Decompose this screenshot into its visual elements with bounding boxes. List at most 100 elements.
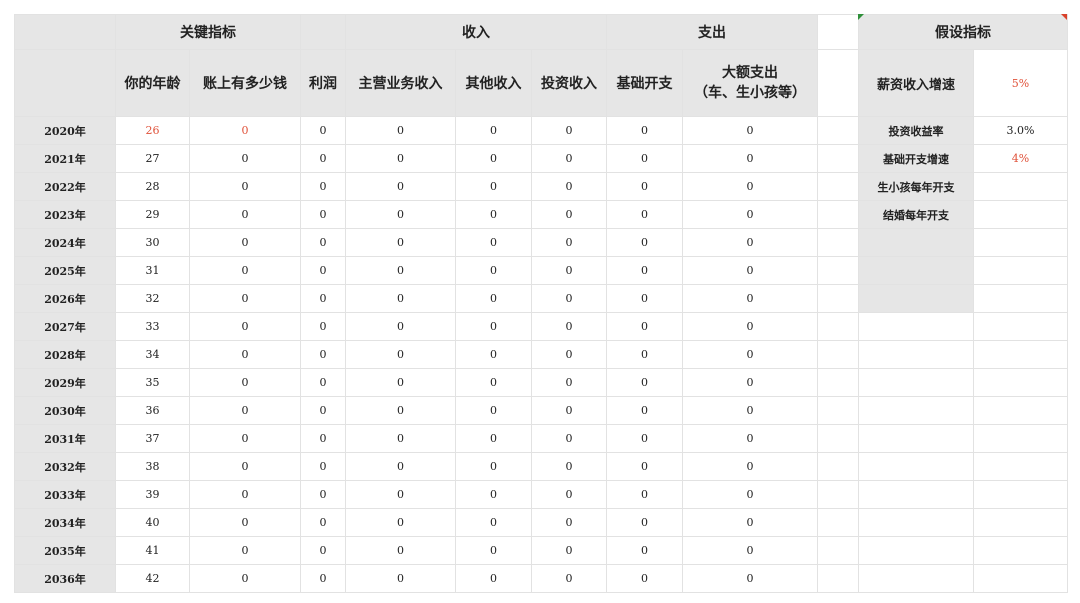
main-income-cell[interactable]: 0 — [345, 284, 456, 313]
other-income-cell[interactable]: 0 — [455, 424, 532, 453]
year-cell[interactable]: 2033年 — [14, 480, 116, 509]
assumptions-header[interactable]: 假设指标 — [858, 14, 1068, 50]
basic-expense-cell[interactable]: 0 — [606, 116, 683, 145]
assumption-value[interactable] — [973, 564, 1068, 593]
age-cell[interactable]: 33 — [115, 312, 190, 341]
age-cell[interactable]: 35 — [115, 368, 190, 397]
age-cell[interactable]: 27 — [115, 144, 190, 173]
main-income-cell[interactable]: 0 — [345, 116, 456, 145]
balance-cell[interactable]: 0 — [189, 396, 301, 425]
spacer-cell[interactable] — [817, 480, 859, 509]
basic-expense-cell[interactable]: 0 — [606, 396, 683, 425]
main-income-cell[interactable]: 0 — [345, 452, 456, 481]
main-income-cell[interactable]: 0 — [345, 312, 456, 341]
year-cell[interactable]: 2036年 — [14, 564, 116, 593]
other-income-cell[interactable]: 0 — [455, 452, 532, 481]
main-income-cell[interactable]: 0 — [345, 536, 456, 565]
large-expense-cell[interactable]: 0 — [682, 200, 818, 229]
other-income-cell[interactable]: 0 — [455, 172, 532, 201]
basic-expense-cell[interactable]: 0 — [606, 424, 683, 453]
assumption-label[interactable] — [858, 256, 974, 285]
spacer-cell[interactable] — [817, 536, 859, 565]
year-cell[interactable]: 2022年 — [14, 172, 116, 201]
group-header-blank[interactable] — [300, 14, 346, 50]
column-header-other-income[interactable]: 其他收入 — [455, 49, 532, 117]
basic-expense-cell[interactable]: 0 — [606, 312, 683, 341]
profit-cell[interactable]: 0 — [300, 144, 346, 173]
large-expense-cell[interactable]: 0 — [682, 564, 818, 593]
balance-cell[interactable]: 0 — [189, 284, 301, 313]
investment-income-cell[interactable]: 0 — [531, 340, 607, 369]
large-expense-cell[interactable]: 0 — [682, 424, 818, 453]
other-income-cell[interactable]: 0 — [455, 368, 532, 397]
year-cell[interactable]: 2027年 — [14, 312, 116, 341]
spacer-cell[interactable] — [817, 228, 859, 257]
spacer-cell[interactable] — [817, 508, 859, 537]
basic-expense-cell[interactable]: 0 — [606, 508, 683, 537]
basic-expense-cell[interactable]: 0 — [606, 564, 683, 593]
profit-cell[interactable]: 0 — [300, 172, 346, 201]
assumption-label[interactable] — [858, 452, 974, 481]
large-expense-cell[interactable]: 0 — [682, 396, 818, 425]
investment-income-cell[interactable]: 0 — [531, 424, 607, 453]
year-cell[interactable]: 2035年 — [14, 536, 116, 565]
balance-cell[interactable]: 0 — [189, 312, 301, 341]
age-cell[interactable]: 31 — [115, 256, 190, 285]
balance-cell[interactable]: 0 — [189, 508, 301, 537]
other-income-cell[interactable]: 0 — [455, 564, 532, 593]
spacer-cell[interactable] — [817, 200, 859, 229]
age-cell[interactable]: 41 — [115, 536, 190, 565]
age-cell[interactable]: 38 — [115, 452, 190, 481]
profit-cell[interactable]: 0 — [300, 508, 346, 537]
assumption-label[interactable]: 薪资收入增速 — [858, 49, 974, 117]
assumption-label[interactable]: 投资收益率 — [858, 116, 974, 145]
assumption-value[interactable] — [973, 396, 1068, 425]
age-cell[interactable]: 34 — [115, 340, 190, 369]
investment-income-cell[interactable]: 0 — [531, 536, 607, 565]
other-income-cell[interactable]: 0 — [455, 256, 532, 285]
investment-income-cell[interactable]: 0 — [531, 144, 607, 173]
year-cell[interactable]: 2030年 — [14, 396, 116, 425]
age-cell[interactable]: 36 — [115, 396, 190, 425]
balance-cell[interactable]: 0 — [189, 536, 301, 565]
column-header-investment-income[interactable]: 投资收入 — [531, 49, 607, 117]
investment-income-cell[interactable]: 0 — [531, 116, 607, 145]
large-expense-cell[interactable]: 0 — [682, 256, 818, 285]
other-income-cell[interactable]: 0 — [455, 284, 532, 313]
main-income-cell[interactable]: 0 — [345, 256, 456, 285]
profit-cell[interactable]: 0 — [300, 480, 346, 509]
assumption-value[interactable] — [973, 424, 1068, 453]
spacer-cell[interactable] — [817, 144, 859, 173]
year-cell[interactable]: 2026年 — [14, 284, 116, 313]
basic-expense-cell[interactable]: 0 — [606, 172, 683, 201]
investment-income-cell[interactable]: 0 — [531, 284, 607, 313]
balance-cell[interactable]: 0 — [189, 256, 301, 285]
basic-expense-cell[interactable]: 0 — [606, 228, 683, 257]
main-income-cell[interactable]: 0 — [345, 200, 456, 229]
column-header-profit[interactable]: 利润 — [300, 49, 346, 117]
other-income-cell[interactable]: 0 — [455, 200, 532, 229]
large-expense-cell[interactable]: 0 — [682, 284, 818, 313]
large-expense-cell[interactable]: 0 — [682, 340, 818, 369]
main-income-cell[interactable]: 0 — [345, 564, 456, 593]
main-income-cell[interactable]: 0 — [345, 172, 456, 201]
large-expense-cell[interactable]: 0 — [682, 452, 818, 481]
assumption-value[interactable] — [973, 172, 1068, 201]
year-cell[interactable]: 2021年 — [14, 144, 116, 173]
assumption-label[interactable]: 生小孩每年开支 — [858, 172, 974, 201]
large-expense-cell[interactable]: 0 — [682, 172, 818, 201]
year-cell[interactable]: 2029年 — [14, 368, 116, 397]
assumption-label[interactable] — [858, 368, 974, 397]
column-header-basic-expense[interactable]: 基础开支 — [606, 49, 683, 117]
assumption-value[interactable] — [973, 200, 1068, 229]
assumption-label[interactable] — [858, 480, 974, 509]
profit-cell[interactable]: 0 — [300, 424, 346, 453]
balance-cell[interactable]: 0 — [189, 144, 301, 173]
profit-cell[interactable]: 0 — [300, 116, 346, 145]
basic-expense-cell[interactable]: 0 — [606, 284, 683, 313]
age-cell[interactable]: 40 — [115, 508, 190, 537]
investment-income-cell[interactable]: 0 — [531, 228, 607, 257]
balance-cell[interactable]: 0 — [189, 340, 301, 369]
assumption-label[interactable] — [858, 228, 974, 257]
assumption-value[interactable] — [973, 228, 1068, 257]
